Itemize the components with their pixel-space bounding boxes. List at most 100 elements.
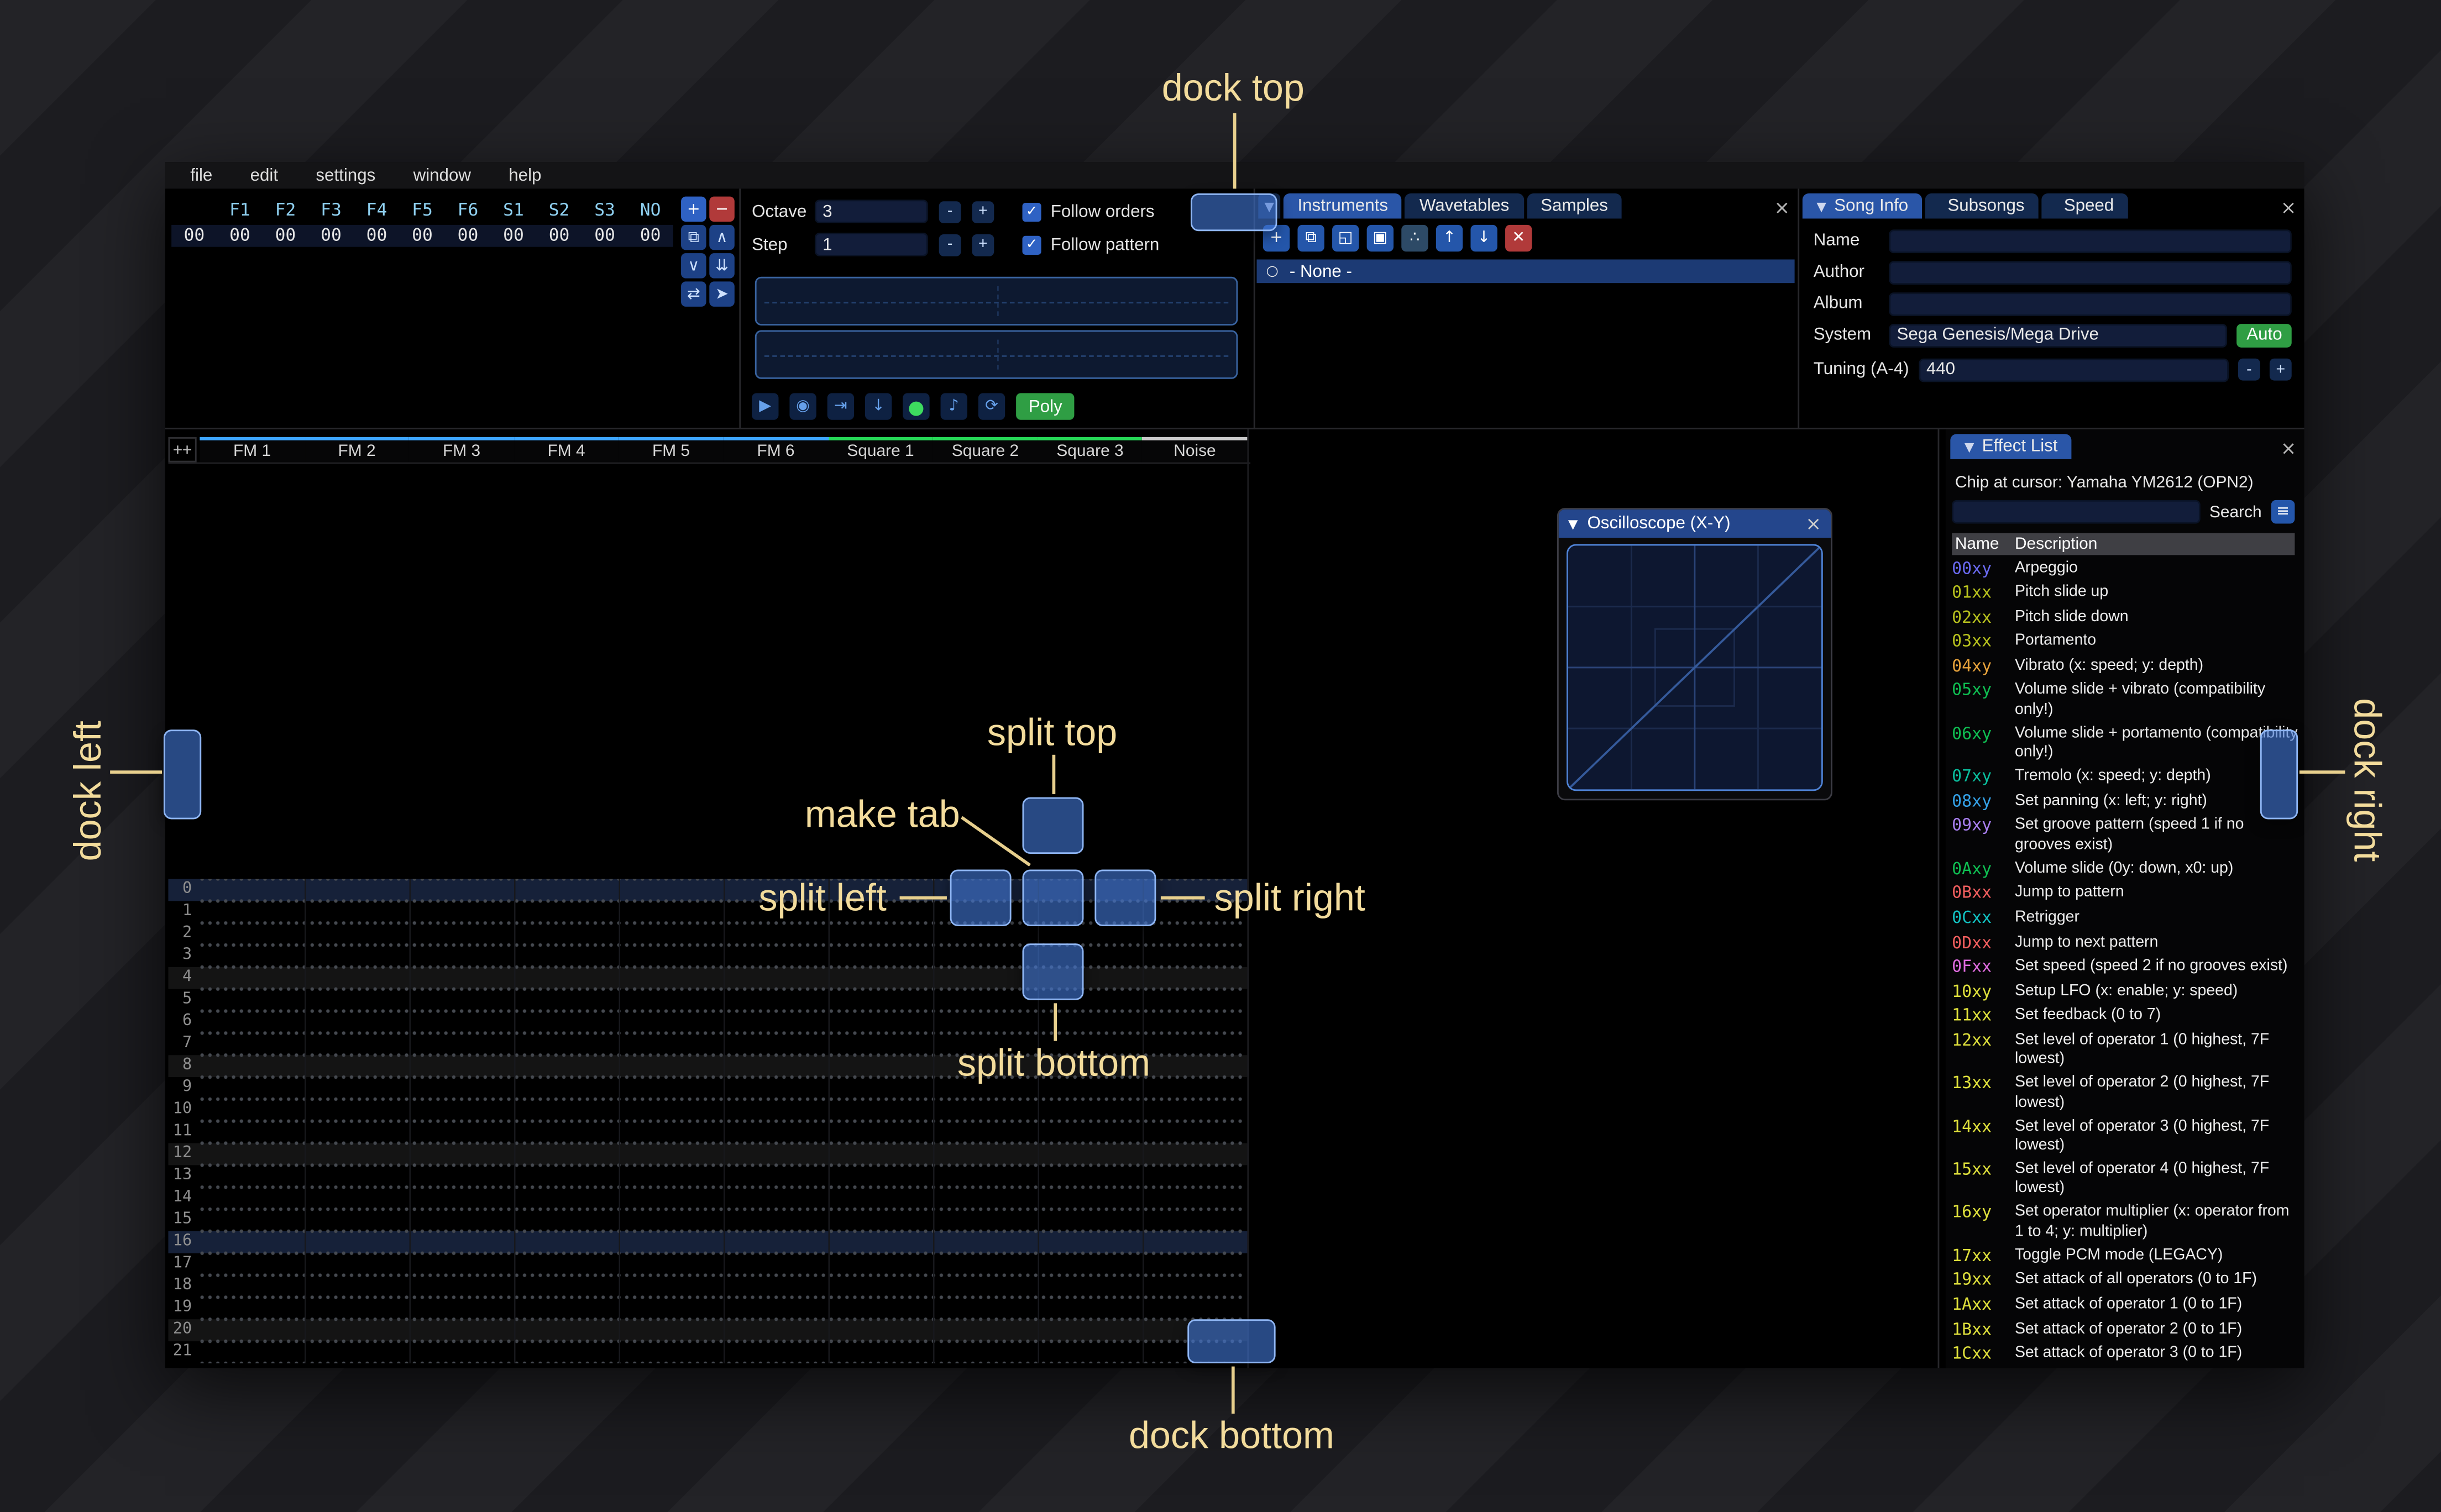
instruments-tab[interactable]: Samples bbox=[1526, 193, 1622, 219]
song-author-input[interactable] bbox=[1889, 260, 2292, 284]
play-button[interactable]: ▶ bbox=[752, 393, 779, 420]
channel-header[interactable]: FM 1 bbox=[200, 437, 305, 463]
record-button[interactable]: ● bbox=[903, 393, 930, 420]
pattern-row-cells[interactable] bbox=[196, 989, 1243, 1011]
pattern-row-cells[interactable] bbox=[196, 1011, 1243, 1033]
step-forward-button[interactable]: ⇥ bbox=[827, 393, 855, 420]
menu-item[interactable]: edit bbox=[231, 166, 297, 185]
menu-item[interactable]: window bbox=[394, 166, 490, 185]
pattern-row-cells[interactable] bbox=[196, 923, 1243, 946]
channel-header[interactable]: FM 6 bbox=[723, 437, 829, 463]
pattern-row[interactable]: 0 bbox=[168, 879, 1248, 901]
pattern-row[interactable]: 4 bbox=[168, 967, 1248, 989]
move-order-down-button[interactable]: ∨ bbox=[681, 253, 706, 279]
pattern-row-cells[interactable] bbox=[196, 1143, 1243, 1166]
order-cell[interactable]: 00 bbox=[582, 225, 628, 247]
drop-target-dock-right[interactable] bbox=[2260, 729, 2298, 820]
pattern-row-cells[interactable] bbox=[196, 1297, 1243, 1320]
play-pattern-button[interactable]: ◉ bbox=[789, 393, 816, 420]
step-input[interactable] bbox=[814, 233, 928, 256]
pattern-row[interactable]: 19 bbox=[168, 1297, 1247, 1320]
pattern-row[interactable]: 15 bbox=[168, 1209, 1247, 1231]
octave-input[interactable] bbox=[814, 200, 928, 224]
pattern-row[interactable]: 17 bbox=[168, 1253, 1247, 1275]
song-info-tab[interactable]: Speed bbox=[2041, 193, 2128, 219]
instrument-list-item[interactable]: ○ - None - bbox=[1256, 259, 1795, 284]
order-cell[interactable]: 00 bbox=[263, 225, 308, 247]
instruments-tab[interactable]: Wavetables bbox=[1405, 193, 1523, 219]
orders-row[interactable]: 00 00 00 00 00 00 00 00 00 00 00 bbox=[171, 224, 673, 247]
move-instrument-up-button[interactable]: ↑ bbox=[1436, 224, 1463, 252]
metronome-button[interactable]: ♪ bbox=[940, 393, 967, 420]
pattern-row[interactable]: 11 bbox=[168, 1121, 1247, 1143]
pattern-row[interactable]: 21 bbox=[168, 1341, 1247, 1363]
octave-decrease-button[interactable]: - bbox=[939, 200, 961, 223]
pattern-row-cells[interactable] bbox=[196, 1099, 1243, 1121]
channel-header[interactable]: FM 2 bbox=[304, 437, 410, 463]
delete-instrument-button[interactable]: ✕ bbox=[1505, 224, 1532, 252]
dock-separator[interactable] bbox=[1937, 429, 1940, 1368]
pattern-row-cells[interactable] bbox=[196, 945, 1243, 967]
order-cell[interactable]: 00 bbox=[536, 225, 582, 247]
pattern-row[interactable]: 1 bbox=[168, 901, 1247, 923]
pattern-row[interactable]: 5 bbox=[168, 989, 1247, 1011]
duplicate-order-button[interactable]: ⧉ bbox=[681, 224, 706, 250]
order-cell[interactable]: 00 bbox=[354, 225, 400, 247]
channel-header[interactable]: Noise bbox=[1142, 437, 1248, 463]
remove-order-button[interactable]: − bbox=[709, 196, 735, 222]
channel-header[interactable]: FM 3 bbox=[409, 437, 514, 463]
duplicate-instrument-button[interactable]: ⧉ bbox=[1297, 224, 1324, 252]
song-name-input[interactable] bbox=[1889, 229, 2292, 253]
pattern-row[interactable]: 14 bbox=[168, 1187, 1247, 1210]
pattern-row-cells[interactable] bbox=[196, 1209, 1243, 1231]
pattern-corner-button[interactable]: ++ bbox=[168, 437, 197, 463]
pattern-row-cells[interactable] bbox=[196, 879, 1243, 901]
save-instrument-button[interactable]: ▣ bbox=[1366, 224, 1394, 252]
pattern-row-cells[interactable] bbox=[196, 1121, 1243, 1143]
oscilloscope-title-bar[interactable]: ▼ Oscilloscope (X-Y) × bbox=[1558, 509, 1831, 538]
follow-pattern-checkbox[interactable]: ✓ bbox=[1022, 235, 1041, 254]
menu-item[interactable]: help bbox=[490, 166, 560, 185]
effect-list-tab[interactable]: ▼ Effect List bbox=[1950, 434, 2072, 459]
menu-item[interactable]: file bbox=[171, 166, 231, 185]
pattern-row[interactable]: 3 bbox=[168, 945, 1247, 967]
channel-header[interactable]: Square 3 bbox=[1038, 437, 1143, 463]
pattern-row-cells[interactable] bbox=[196, 901, 1243, 923]
repeat-pattern-button[interactable]: ⟳ bbox=[978, 393, 1005, 420]
pattern-row[interactable]: 16 bbox=[168, 1231, 1248, 1253]
pattern-row-cells[interactable] bbox=[196, 1165, 1243, 1188]
channel-header[interactable]: Square 1 bbox=[828, 437, 933, 463]
drop-target-split-left[interactable] bbox=[950, 869, 1012, 926]
menu-icon[interactable]: ≡ bbox=[2271, 500, 2295, 524]
step-down-button[interactable]: ↓ bbox=[865, 393, 892, 420]
order-cell[interactable]: 00 bbox=[308, 225, 354, 247]
close-icon[interactable]: × bbox=[2277, 197, 2299, 219]
order-cell[interactable]: 00 bbox=[491, 225, 537, 247]
toggle-folders-button[interactable]: ∴ bbox=[1401, 224, 1428, 252]
step-decrease-button[interactable]: - bbox=[939, 233, 961, 256]
drop-target-dock-left[interactable] bbox=[163, 729, 202, 820]
move-order-up-button[interactable]: ∧ bbox=[709, 224, 735, 250]
step-increase-button[interactable]: + bbox=[972, 233, 994, 256]
drop-target-dock-top[interactable] bbox=[1190, 193, 1277, 232]
channel-header[interactable]: Square 2 bbox=[933, 437, 1038, 463]
follow-orders-checkbox[interactable]: ✓ bbox=[1022, 202, 1041, 221]
drop-target-make-tab[interactable] bbox=[1022, 869, 1084, 926]
tuning-increase-button[interactable]: + bbox=[2269, 358, 2292, 381]
drop-target-split-right[interactable] bbox=[1094, 869, 1156, 926]
song-info-tab[interactable]: ▼ Song Info bbox=[1802, 193, 1923, 219]
panel-separator[interactable] bbox=[739, 188, 741, 429]
order-cell[interactable]: 00 bbox=[400, 225, 446, 247]
pattern-row[interactable]: 6 bbox=[168, 1011, 1247, 1033]
panel-separator[interactable] bbox=[1798, 188, 1800, 429]
drop-target-dock-bottom[interactable] bbox=[1187, 1319, 1276, 1363]
song-album-input[interactable] bbox=[1889, 291, 2292, 316]
drop-target-split-top[interactable] bbox=[1022, 797, 1084, 854]
system-input[interactable] bbox=[1889, 323, 2228, 347]
pattern-row[interactable]: 20 bbox=[168, 1319, 1248, 1342]
order-cell[interactable]: 00 bbox=[445, 225, 491, 247]
close-icon[interactable]: × bbox=[2277, 437, 2299, 459]
close-icon[interactable]: × bbox=[1805, 513, 1821, 535]
pattern-row-cells[interactable] bbox=[196, 1275, 1243, 1298]
effect-search-input[interactable] bbox=[1952, 500, 2200, 524]
